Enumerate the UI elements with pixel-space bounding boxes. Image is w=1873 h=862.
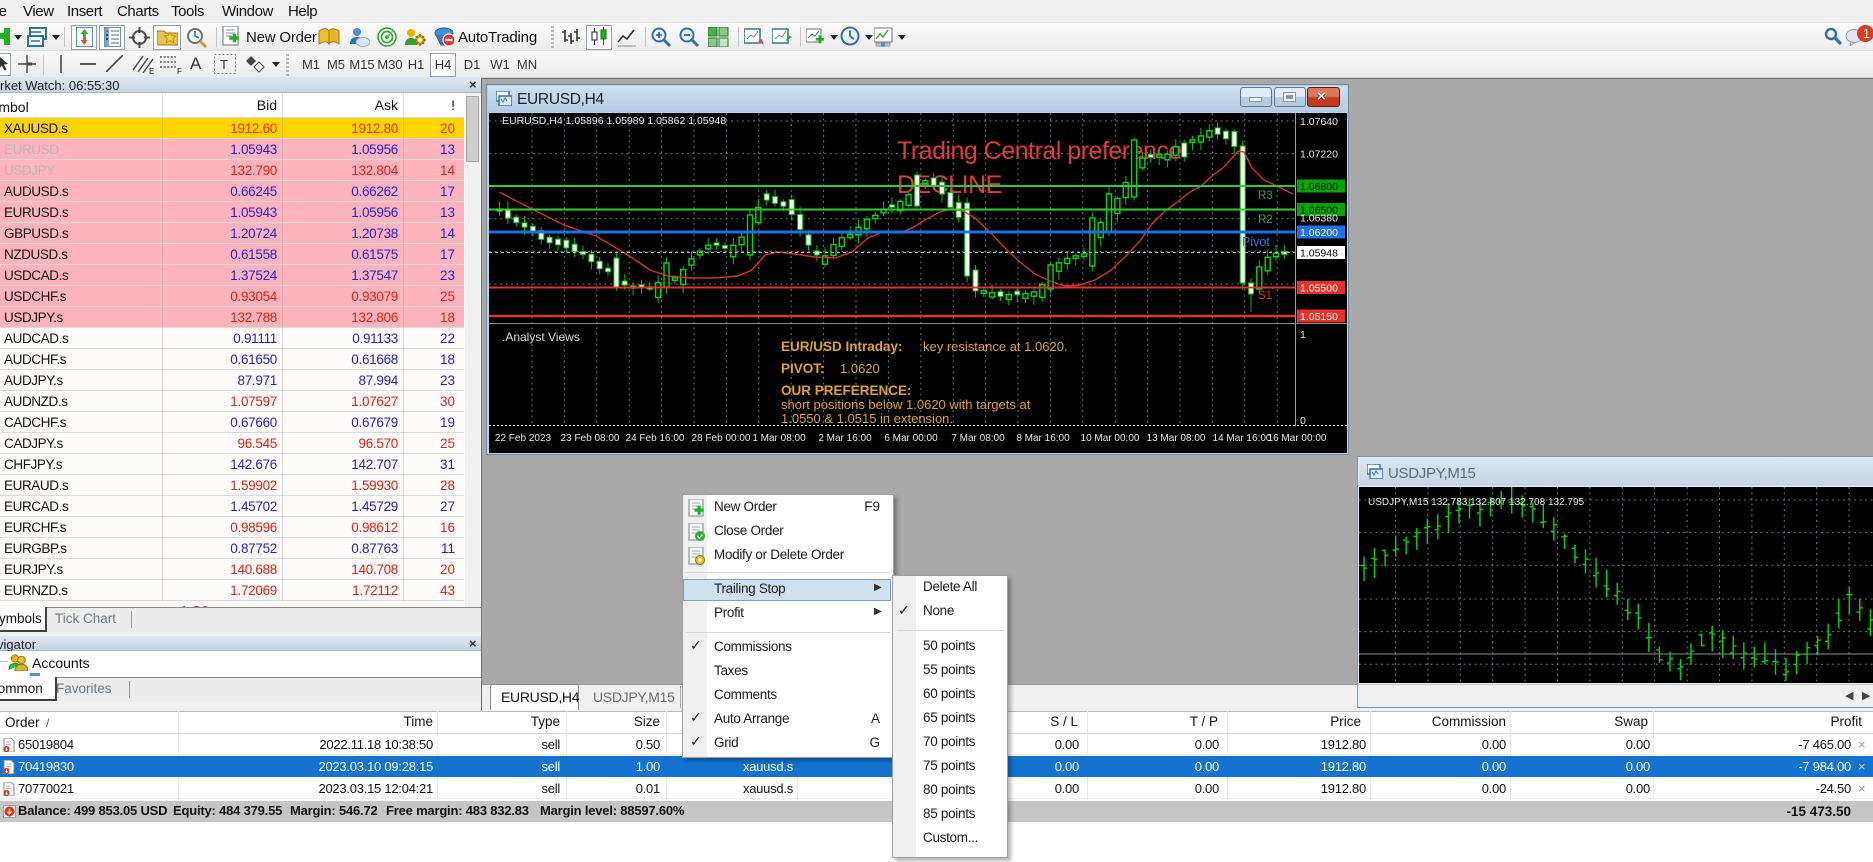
svg-text:R2: R2 (1258, 214, 1273, 226)
svg-text:T: T (220, 57, 228, 72)
svg-text:.Analyst Views: .Analyst Views (502, 330, 580, 344)
svg-text:OUR PREFERENCE:: OUR PREFERENCE: (781, 383, 912, 398)
svg-text:14 Mar 16:00: 14 Mar 16:00 (1213, 433, 1272, 444)
svg-text:1.05150: 1.05150 (1300, 311, 1338, 323)
svg-text:1.06800: 1.06800 (1300, 181, 1338, 193)
svg-text:F: F (177, 67, 182, 74)
svg-text:Trading Central preference: Trading Central preference (897, 137, 1182, 165)
svg-text:1.0550 & 1.0515 in extension.: 1.0550 & 1.0515 in extension. (781, 411, 953, 426)
svg-text:22 Feb 2023: 22 Feb 2023 (495, 433, 552, 444)
svg-text:1 Mar 08:00: 1 Mar 08:00 (752, 433, 806, 444)
svg-text:E: E (149, 67, 154, 74)
svg-text:16 Mar 00:00: 16 Mar 00:00 (1268, 433, 1327, 444)
svg-text:Pivot: Pivot (1242, 235, 1270, 249)
svg-text:24 Feb 16:00: 24 Feb 16:00 (626, 433, 685, 444)
svg-text:USDJPY,M15 132.783 132.807 13: USDJPY,M15 132.783 132.807 132.708 132.7… (1368, 497, 1585, 508)
svg-text:13 Mar 08:00: 13 Mar 08:00 (1147, 433, 1206, 444)
svg-text:key resistance at 1.0620.: key resistance at 1.0620. (923, 339, 1068, 354)
svg-text:1: 1 (1300, 329, 1306, 341)
svg-text:0: 0 (1300, 415, 1306, 427)
svg-text:S1: S1 (1258, 290, 1272, 302)
svg-text:1.06200: 1.06200 (1300, 227, 1338, 239)
svg-text:1.05500: 1.05500 (1300, 282, 1338, 294)
svg-text:EUR/USD Intraday:: EUR/USD Intraday: (781, 339, 903, 354)
svg-text:PIVOT:: PIVOT: (781, 361, 825, 376)
svg-text:1.07640: 1.07640 (1300, 116, 1338, 128)
svg-text:1.07220: 1.07220 (1300, 148, 1338, 160)
svg-text:10 Mar 00:00: 10 Mar 00:00 (1081, 433, 1140, 444)
svg-text:R3: R3 (1258, 190, 1273, 202)
svg-text:1.05948: 1.05948 (1300, 247, 1338, 259)
svg-text:EURUSD,H4 1.05896 1.05989 1.0: EURUSD,H4 1.05896 1.05989 1.05862 1.0594… (502, 115, 726, 127)
svg-text:23 Feb 08:00: 23 Feb 08:00 (561, 433, 620, 444)
svg-text:28 Feb 00:00: 28 Feb 00:00 (692, 433, 751, 444)
svg-text:7 Mar 08:00: 7 Mar 08:00 (951, 433, 1005, 444)
svg-text:6 Mar 00:00: 6 Mar 00:00 (884, 433, 938, 444)
svg-text:8 Mar 16:00: 8 Mar 16:00 (1016, 433, 1070, 444)
svg-text:short positions below 1.0620 w: short positions below 1.0620 with target… (781, 397, 1031, 412)
svg-text:1.06380: 1.06380 (1300, 212, 1338, 224)
svg-text:2 Mar 16:00: 2 Mar 16:00 (818, 433, 872, 444)
svg-text:1.0620: 1.0620 (840, 361, 880, 376)
